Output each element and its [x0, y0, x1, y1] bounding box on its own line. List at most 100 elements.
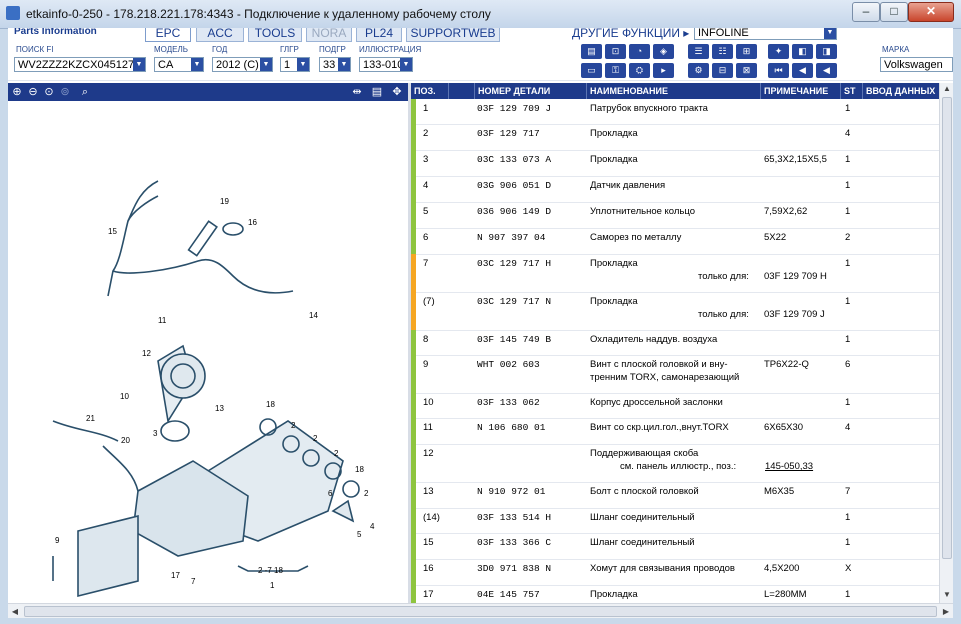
only-for-value: 03F 129 709 J [764, 309, 825, 320]
col-name[interactable]: НАИМЕНОВАНИЕ [587, 83, 761, 99]
callout-10: 10 [120, 392, 129, 401]
table-row[interactable]: 7 03C 129 717 H Прокладка 1 только для: 03F 1… [411, 254, 939, 293]
cell-pos: 16 [423, 563, 434, 574]
basket-icon[interactable]: ⊟ [712, 63, 733, 78]
vertical-scrollbar[interactable]: ▲ ▼ [939, 83, 953, 603]
model-select[interactable]: CA ▼ [154, 57, 204, 72]
sub-group-select[interactable]: 33 ▼ [319, 57, 351, 72]
card-icon[interactable]: ▭ [581, 63, 602, 78]
tab-acc[interactable]: ACC [196, 28, 244, 42]
year-value: 2012 (C) [216, 59, 259, 71]
zoom-out-icon[interactable]: ⊖ [26, 85, 40, 99]
table-row[interactable]: (7) 03C 129 717 N Прокладка 1 только для: 03F… [411, 292, 939, 331]
forward-list-icon[interactable]: ◨ [816, 44, 837, 59]
print-icon[interactable]: ▤ [581, 44, 602, 59]
cell-name: Прокладка [590, 128, 638, 139]
table-row[interactable]: 11 N 106 680 01 Винт со скр.цил.гол.,внут.… [411, 418, 939, 445]
table-row[interactable]: 16 3D0 971 838 N Хомут для связывания пров… [411, 559, 939, 586]
table-row[interactable]: 3 03C 133 073 A Прокладка 65,3X2,15X5,5 1 [411, 150, 939, 177]
illustration-select[interactable]: 133-010 ▼ [359, 57, 413, 72]
col-input[interactable]: ВВОД ДАННЫХ [863, 83, 939, 99]
col-note[interactable]: ПРИМЕЧАНИЕ [761, 83, 841, 99]
see-panel-link[interactable]: 145-050,33 [765, 461, 813, 472]
row-status-marker [411, 533, 416, 559]
scan-icon[interactable]: ⊡ [605, 44, 626, 59]
next-page-icon[interactable]: ◀ [816, 63, 837, 78]
col-part-number[interactable]: НОМЕР ДЕТАЛИ [475, 83, 587, 99]
table-row[interactable]: 13 N 910 972 01 Болт с плоской головкой M6X… [411, 482, 939, 509]
previous-page-icon[interactable]: ◀ [792, 63, 813, 78]
horizontal-scrollbar[interactable]: ◀ ▶ [8, 603, 953, 618]
cell-part-number: 03F 129 717 [477, 128, 540, 139]
table-row[interactable]: (14) 03F 133 514 H Шланг соединительный 1 [411, 508, 939, 534]
table-row[interactable]: 2 03F 129 717 Прокладка 4 [411, 124, 939, 151]
layout-icon[interactable]: ▤ [370, 85, 384, 99]
cell-note: L=280MM [764, 589, 807, 600]
tab-pl24[interactable]: PL24 [356, 28, 402, 42]
list-icon[interactable]: ☰ [688, 44, 709, 59]
main-group-select[interactable]: 1 ▼ [280, 57, 310, 72]
horizontal-scroll-thumb[interactable] [24, 606, 937, 617]
cell-part-number: 03F 133 062 [477, 397, 540, 408]
table-row[interactable]: 5 036 906 149 D Уплотнительное кольцо 7,59X… [411, 202, 939, 229]
year-select[interactable]: 2012 (C) ▼ [212, 57, 273, 72]
tab-supportweb[interactable]: SUPPORTWEB [406, 28, 500, 42]
vertical-scroll-thumb[interactable] [942, 97, 952, 559]
other-functions-label[interactable]: ДРУГИЕ ФУНКЦИИ ▸ [572, 28, 689, 40]
key-icon[interactable]: ⚿ [605, 63, 626, 78]
zoom-area-icon[interactable]: ⊚ [58, 85, 72, 99]
cart-add-icon[interactable]: ⊞ [736, 44, 757, 59]
first-page-icon[interactable]: ⏮ [768, 63, 789, 78]
table-row[interactable]: 8 03F 145 749 B Охладитель наддув. воздуха… [411, 330, 939, 356]
scroll-up-icon[interactable]: ▲ [940, 83, 953, 95]
cell-name: Уплотнительное кольцо [590, 206, 695, 217]
table-row[interactable]: 10 03F 133 062 Корпус дроссельной заслонки… [411, 393, 939, 419]
table-row[interactable]: 1 03F 129 709 J Патрубок впускного тракта 1 [411, 99, 939, 125]
row-status-marker [411, 228, 416, 254]
cart-icon[interactable]: ⊠ [736, 63, 757, 78]
car-service-icon[interactable]: ⛭ [629, 63, 650, 78]
tab-tools[interactable]: TOOLS [248, 28, 302, 42]
back-list-icon[interactable]: ◧ [792, 44, 813, 59]
scroll-right-icon[interactable]: ▶ [939, 604, 953, 618]
cell-note: 65,3X2,15X5,5 [764, 154, 827, 165]
vin-select[interactable]: WV2ZZZ2KZCX045127 ▼ [14, 57, 146, 72]
callout-11: 11 [158, 316, 167, 325]
table-row[interactable]: 17 04E 145 757 Прокладка L=280MM 1 [411, 585, 939, 603]
table-row[interactable]: 9 WHT 002 603 Винт с плоской головкой и вн… [411, 355, 939, 394]
car-icon[interactable]: ◔ [629, 44, 650, 59]
row-status-marker [411, 444, 416, 482]
row-status-marker [411, 418, 416, 444]
fit-width-icon[interactable]: ⇹ [350, 85, 364, 99]
col-qty[interactable]: ST [841, 83, 863, 99]
row-status-marker [411, 124, 416, 150]
cell-qty: 4 [845, 128, 851, 139]
tab-epc[interactable]: EPC [145, 28, 191, 42]
arrow-right-icon[interactable]: ▸ [653, 63, 674, 78]
move-icon[interactable]: ✥ [390, 85, 404, 99]
search-icon[interactable]: ⌕ [78, 85, 92, 99]
cell-part-number: 03F 145 749 B [477, 334, 552, 345]
table-row[interactable]: 12 Поддерживающая скоба см. панель иллюстр… [411, 444, 939, 483]
scroll-left-icon[interactable]: ◀ [8, 604, 22, 618]
scroll-down-icon[interactable]: ▼ [940, 589, 953, 601]
cell-name: Болт с плоской головкой [590, 486, 699, 497]
other-functions-select[interactable]: INFOLINE ▼ [694, 28, 837, 40]
zoom-in-icon[interactable]: ⊕ [10, 85, 24, 99]
cell-pos: 10 [423, 397, 434, 408]
close-button[interactable]: ✕ [908, 2, 954, 22]
table-row[interactable]: 4 03G 906 051 D Датчик давления 1 [411, 176, 939, 203]
filter-icon[interactable]: ◈ [653, 44, 674, 59]
list-detail-icon[interactable]: ☷ [712, 44, 733, 59]
minimize-button[interactable]: – [852, 2, 880, 22]
zoom-fit-icon[interactable]: ⊙ [42, 85, 56, 99]
table-row[interactable]: 6 N 907 397 04 Саморез по металлу 5X22 2 [411, 228, 939, 255]
col-pos[interactable]: ПОЗ. [411, 83, 449, 99]
brand-field[interactable]: Volkswagen [880, 57, 953, 72]
settings-icon[interactable]: ⚙ [688, 63, 709, 78]
maximize-button[interactable]: □ [880, 2, 908, 22]
table-row[interactable]: 15 03F 133 366 C Шланг соединительный 1 [411, 533, 939, 560]
pin-icon[interactable]: ✦ [768, 44, 789, 59]
cell-qty: 4 [845, 422, 851, 433]
cell-name: Датчик давления [590, 180, 666, 191]
